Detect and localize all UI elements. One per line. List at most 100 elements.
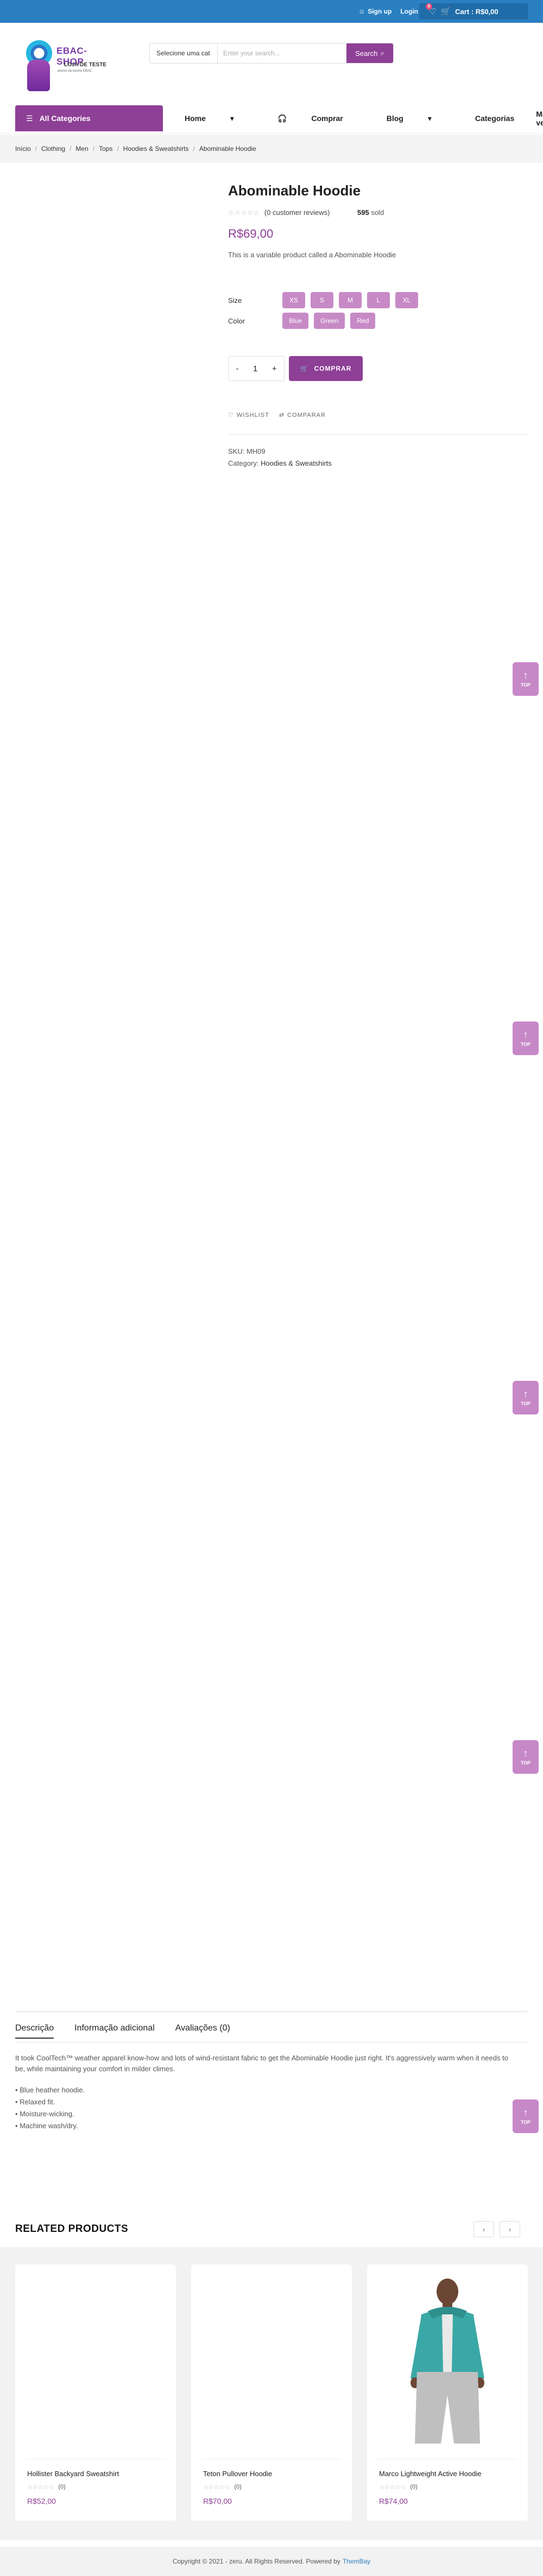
nav-item-comprar[interactable]: 🎧 Comprar	[277, 114, 365, 123]
product-image[interactable]	[15, 2264, 176, 2444]
scroll-top-button[interactable]: ↑TOP	[513, 1021, 539, 1055]
scroll-top-button[interactable]: ↑TOP	[513, 1740, 539, 1774]
cart-label: Cart : R$0,00	[455, 7, 498, 16]
size-swatches: XS S M L XL	[282, 292, 418, 308]
scroll-top-button[interactable]: ↑TOP	[513, 1381, 539, 1414]
scroll-top-label: TOP	[520, 1401, 531, 1406]
logo-subtitle: LOJA DE TESTE	[64, 62, 106, 68]
star-rating-icon: ☆☆☆☆☆	[228, 208, 260, 217]
product-card-rating: ☆☆☆☆☆ (0)	[27, 2484, 66, 2491]
product-card[interactable]: Teton Pullover Hoodie ☆☆☆☆☆ (0) R$70,00	[191, 2264, 352, 2521]
sold-number: 595	[357, 208, 369, 217]
logo-tagline: alunos da escola EBAC	[58, 69, 92, 73]
increase-quantity-button[interactable]: +	[272, 364, 277, 373]
size-option[interactable]: S	[311, 292, 333, 308]
product-card[interactable]: Hollister Backyard Sweatshirt ☆☆☆☆☆ (0) R…	[15, 2264, 176, 2521]
product-card-rating: ☆☆☆☆☆ (0)	[379, 2484, 418, 2491]
breadcrumb-separator: /	[92, 145, 95, 153]
nav-item-mais-vendidos[interactable]: Mais vendidos	[536, 110, 543, 127]
add-to-cart-button[interactable]: 🛒 COMPRAR	[289, 356, 363, 381]
decrease-quantity-button[interactable]: -	[236, 364, 238, 373]
arrow-up-icon: ↑	[523, 670, 528, 681]
search-button[interactable]: Search ⌕	[346, 43, 393, 63]
breadcrumb-link[interactable]: Clothing	[41, 145, 65, 153]
product-rating: ☆☆☆☆☆ (0 customer reviews)	[228, 208, 330, 217]
scroll-top-label: TOP	[520, 1760, 531, 1766]
signup-link[interactable]: ☺ Sign up	[358, 8, 392, 15]
product-image[interactable]	[367, 2264, 528, 2444]
copyright-text: Copyright © 2021 - zeru. All Rights Rese…	[172, 2558, 340, 2565]
nav-item-home[interactable]: Home ▾	[185, 114, 256, 123]
breadcrumb-separator: /	[117, 145, 119, 153]
heart-icon: ♡	[228, 412, 234, 418]
product-card-name[interactable]: Teton Pullover Hoodie	[203, 2470, 272, 2478]
size-option[interactable]: XS	[282, 292, 305, 308]
product-actions: ♡ WISHLIST ⇄ COMPARAR	[228, 411, 326, 419]
product-tabs: Descrição Informação adicional Avaliaçõe…	[15, 2023, 230, 2039]
breadcrumb-link[interactable]: Hoodies & Sweatshirts	[123, 145, 189, 153]
all-categories-button[interactable]: ☰ All Categories	[15, 105, 163, 131]
breadcrumb-link[interactable]: Men	[75, 145, 88, 153]
product-title: Abominable Hoodie	[228, 182, 361, 199]
list-item: • Moisture-wicking.	[15, 2110, 74, 2118]
tab-description-text: It took CoolTech™ weather apparel know-h…	[15, 2054, 508, 2073]
cart-icon: 🛒	[300, 365, 309, 372]
product-card-name[interactable]: Hollister Backyard Sweatshirt	[27, 2470, 119, 2478]
search-button-label: Search	[355, 49, 378, 58]
compare-label: COMPARAR	[287, 411, 326, 418]
list-item: • Relaxed fit.	[15, 2098, 55, 2106]
product-card-name[interactable]: Marco Lightweight Active Hoodie	[379, 2470, 482, 2478]
color-option[interactable]: Red	[350, 313, 376, 329]
arrow-up-icon: ↑	[523, 1748, 528, 1759]
top-bar: ☺ Sign up Login ♡ 0 🛒 Cart : R$0,00	[0, 0, 543, 23]
breadcrumb-current: Abominable Hoodie	[199, 145, 256, 153]
tab-descricao[interactable]: Descrição	[15, 2023, 54, 2039]
quantity-input[interactable]: 1	[253, 364, 257, 373]
category-select[interactable]: Selecione uma cat	[150, 43, 218, 63]
tab-avaliacoes[interactable]: Avaliações (0)	[175, 2023, 230, 2039]
size-label: Size	[228, 296, 242, 304]
wishlist-badge: 0	[426, 3, 432, 10]
account-links: ☺ Sign up Login	[358, 0, 418, 23]
all-categories-label: All Categories	[39, 114, 91, 123]
rating-count: (0)	[234, 2484, 242, 2490]
size-option[interactable]: L	[367, 292, 390, 308]
add-to-cart-label: COMPRAR	[314, 365, 352, 372]
scroll-top-button[interactable]: ↑TOP	[513, 662, 539, 696]
search-input[interactable]: Enter your search...	[218, 43, 346, 63]
chevron-down-icon: ▾	[230, 113, 234, 123]
breadcrumb-link[interactable]: Tops	[99, 145, 112, 153]
product-price: R$69,00	[228, 227, 274, 240]
category-link[interactable]: Hoodies & Sweatshirts	[261, 459, 332, 467]
compare-link[interactable]: ⇄ COMPARAR	[279, 411, 326, 419]
category-label: Category:	[228, 459, 259, 467]
list-item: • Machine wash/dry.	[15, 2122, 78, 2130]
tab-informacao-adicional[interactable]: Informação adicional	[74, 2023, 155, 2039]
breadcrumb-link[interactable]: Início	[15, 145, 31, 153]
scroll-top-button[interactable]: ↑TOP	[513, 2099, 539, 2133]
wishlist-link[interactable]: ♡ WISHLIST	[228, 411, 269, 419]
color-option[interactable]: Green	[314, 313, 345, 329]
size-option[interactable]: XL	[395, 292, 418, 308]
user-icon: ☺	[358, 8, 365, 15]
sold-label: sold	[371, 208, 384, 217]
cart-icon: 🛒	[440, 7, 451, 16]
product-image[interactable]	[191, 2264, 352, 2444]
nav-item-blog[interactable]: Blog ▾	[387, 114, 453, 123]
site-logo[interactable]: EBAC-SHOP LOJA DE TESTE alunos da escola…	[22, 39, 109, 93]
color-option[interactable]: Blue	[282, 313, 309, 329]
size-option[interactable]: M	[339, 292, 362, 308]
powered-by-link[interactable]: ThemBay	[343, 2558, 370, 2565]
reviews-link[interactable]: (0 customer reviews)	[264, 208, 330, 217]
carousel-next-button[interactable]: ›	[500, 2221, 520, 2237]
nav-item-categorias[interactable]: Categorias	[475, 114, 514, 123]
heart-icon[interactable]: ♡ 0	[426, 3, 436, 16]
carousel-prev-button[interactable]: ‹	[473, 2221, 494, 2237]
chevron-down-icon: ▾	[427, 113, 432, 123]
login-link[interactable]: Login	[400, 8, 418, 15]
rating-count: (0)	[410, 2484, 418, 2490]
cart-button[interactable]: ♡ 0 🛒 Cart : R$0,00	[419, 3, 528, 20]
star-rating-icon: ☆☆☆☆☆	[203, 2484, 230, 2491]
product-card[interactable]: Marco Lightweight Active Hoodie ☆☆☆☆☆ (0)…	[367, 2264, 528, 2521]
signup-label: Sign up	[368, 8, 392, 15]
